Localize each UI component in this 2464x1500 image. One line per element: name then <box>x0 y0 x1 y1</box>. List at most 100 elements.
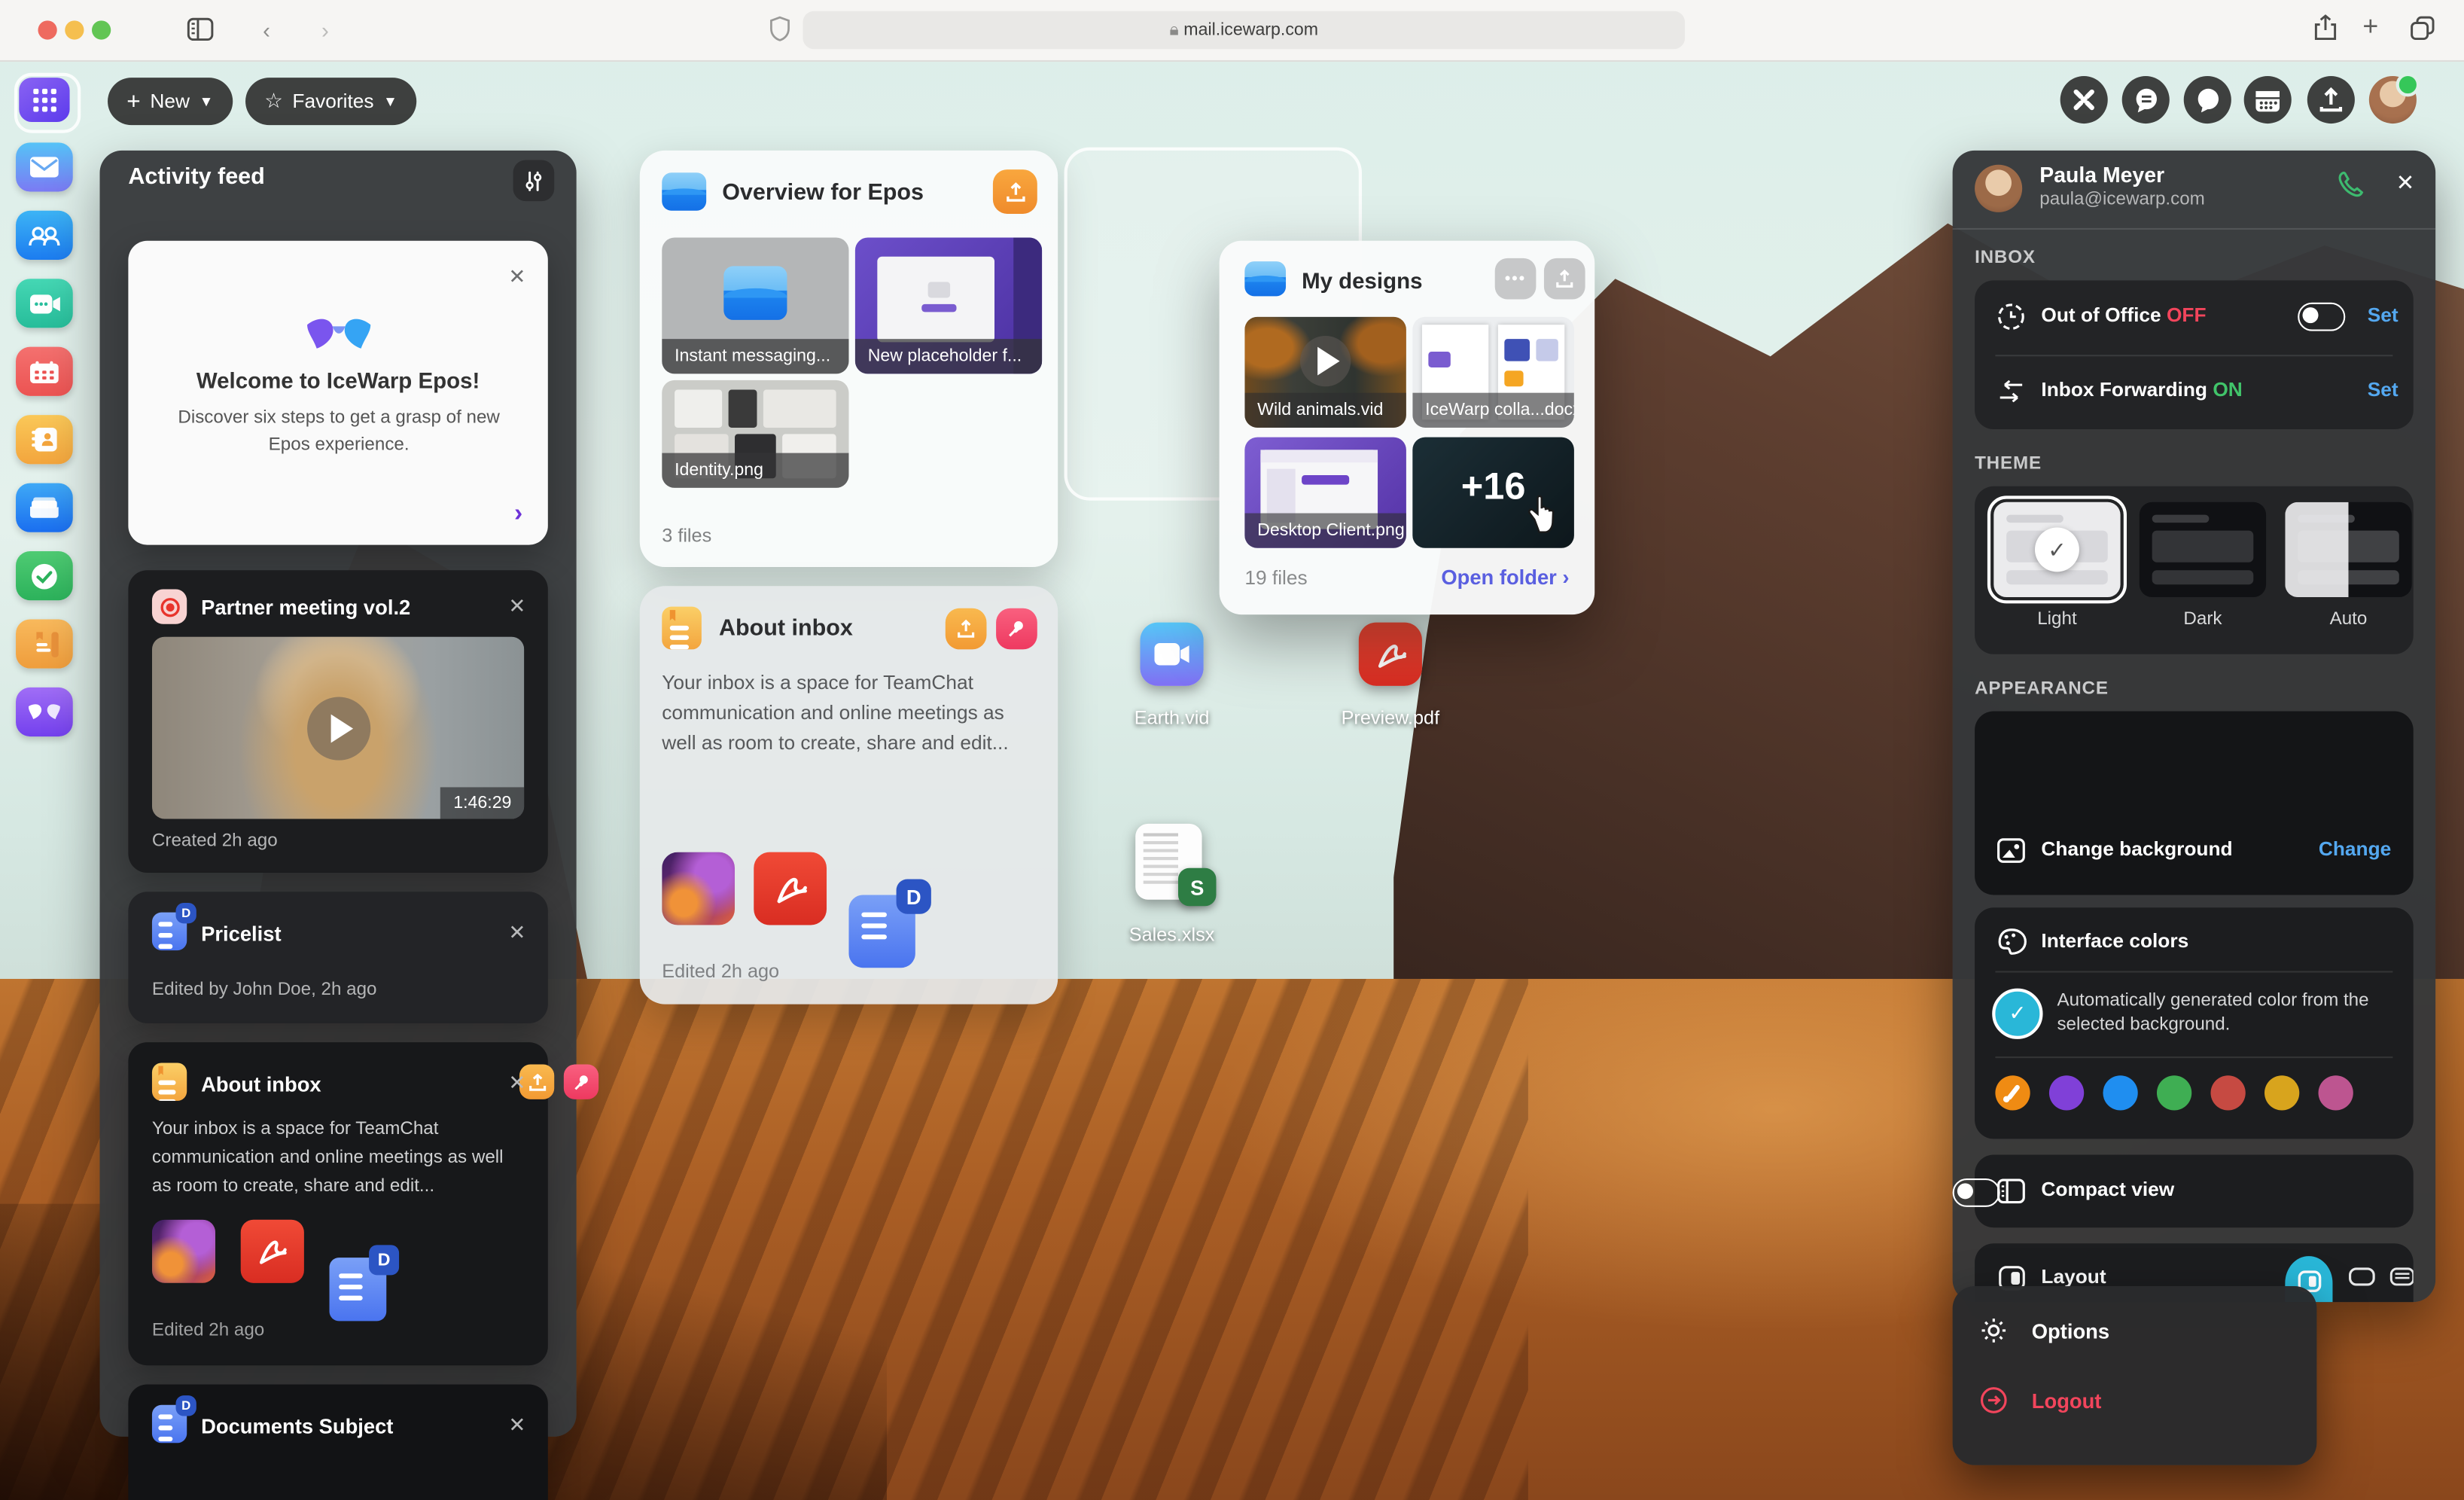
file-name: New placeholder f... <box>855 339 1042 373</box>
close-icon[interactable]: ✕ <box>508 266 525 286</box>
sidebar-item-tasks[interactable] <box>16 551 73 600</box>
share-icon[interactable] <box>2313 14 2338 41</box>
sidebar-item-icewarp[interactable] <box>16 688 73 736</box>
auto-color-selected[interactable]: ✓ <box>1992 989 2042 1039</box>
color-swatch-gold[interactable] <box>2265 1075 2299 1110</box>
file-name: Wild animals.vid <box>1244 393 1406 428</box>
feed-filter-button[interactable] <box>513 160 555 201</box>
design-file-tile[interactable]: Desktop Client.png <box>1244 438 1406 548</box>
forward-icon[interactable]: › <box>321 14 329 46</box>
desktop-file-earth-vid[interactable] <box>1141 623 1204 686</box>
image-attachment[interactable] <box>152 1220 215 1283</box>
compact-view-card: Compact view <box>1975 1154 2414 1227</box>
pin-badge[interactable] <box>996 608 1037 650</box>
play-icon[interactable] <box>307 697 370 761</box>
new-button[interactable]: + New ▼ <box>108 78 233 125</box>
desktop-file-label[interactable]: Earth.vid <box>1092 706 1250 728</box>
desktop-file-preview-pdf[interactable] <box>1359 623 1422 686</box>
inbox-forwarding-row[interactable]: Inbox Forwarding ON <box>2041 379 2242 401</box>
color-swatch-eyedropper[interactable] <box>1995 1075 2030 1110</box>
theme-option-light[interactable]: ✓ <box>1993 502 2120 597</box>
share-button[interactable] <box>1544 258 1585 300</box>
design-file-tile[interactable]: IceWarp colla...docx <box>1412 317 1574 428</box>
theme-label-dark: Dark <box>2140 610 2266 629</box>
close-icon[interactable]: ✕ <box>2396 172 2415 193</box>
design-file-tile[interactable]: Wild animals.vid <box>1244 317 1406 428</box>
tab-overview-icon[interactable] <box>2411 16 2436 41</box>
doc-attachment[interactable]: D <box>848 895 915 968</box>
file-tile[interactable]: New placeholder f... <box>855 238 1042 374</box>
sidebar-item-calendar[interactable] <box>16 347 73 396</box>
chat-button[interactable] <box>2184 76 2231 123</box>
documents-subject-card: D Documents Subject ✕ <box>128 1384 547 1500</box>
compact-view-toggle[interactable] <box>1953 1178 2000 1207</box>
calendar-button[interactable] <box>2244 76 2292 123</box>
layout-label: Layout <box>2041 1266 2106 1288</box>
icewarp-wings-icon <box>29 703 60 721</box>
doc-attachment[interactable]: D <box>330 1258 387 1321</box>
file-tile[interactable]: Instant messaging... <box>662 238 848 374</box>
change-background-button[interactable]: Change <box>2319 838 2391 860</box>
share-badge[interactable] <box>946 608 987 650</box>
window-zoom-button[interactable] <box>92 20 111 39</box>
theme-option-dark[interactable] <box>2140 502 2266 597</box>
close-icon[interactable]: ✕ <box>508 1072 525 1093</box>
close-icon[interactable]: ✕ <box>508 596 525 616</box>
window-minimize-button[interactable] <box>65 20 84 39</box>
file-name: Desktop Client.png <box>1244 514 1406 548</box>
layout-option-list[interactable] <box>2389 1267 2414 1286</box>
color-swatch-purple[interactable] <box>2049 1075 2084 1110</box>
sidebar-item-notes[interactable] <box>16 619 73 668</box>
layout-option-rows[interactable] <box>2348 1267 2375 1286</box>
out-of-office-row[interactable]: Out of Office OFF <box>2041 304 2206 326</box>
theme-option-auto[interactable] <box>2285 502 2411 597</box>
interface-colors-title: Interface colors <box>2041 930 2188 952</box>
address-bar[interactable]: 🔒︎ mail.icewarp.com <box>803 11 1685 49</box>
forwarding-set-button[interactable]: Set <box>2368 379 2399 401</box>
welcome-title: Welcome to IceWarp Epos! <box>128 367 547 393</box>
call-icon[interactable] <box>2338 171 2365 198</box>
image-attachment[interactable] <box>662 852 735 925</box>
file-tile[interactable]: Identity.png <box>662 380 848 488</box>
color-swatch-green[interactable] <box>2157 1075 2191 1110</box>
next-chevron-icon[interactable]: › <box>514 501 522 529</box>
more-options-button[interactable]: ••• <box>1495 258 1537 300</box>
favorites-button[interactable]: ☆ Favorites ▼ <box>245 78 416 125</box>
menu-item-options[interactable]: Options <box>1953 1296 2317 1366</box>
icewarp-apps-button[interactable] <box>2060 76 2108 123</box>
sidebar-item-mail[interactable] <box>16 142 73 191</box>
out-of-office-set-button[interactable]: Set <box>2368 304 2399 326</box>
window-close-button[interactable] <box>38 20 56 39</box>
pdf-attachment[interactable] <box>241 1220 304 1283</box>
url-text: mail.icewarp.com <box>1183 20 1318 39</box>
sidebar-item-contacts[interactable] <box>16 211 73 260</box>
app-launcher-button[interactable] <box>19 78 69 122</box>
color-swatch-blue[interactable] <box>2103 1075 2137 1110</box>
sidebar-item-addressbook[interactable] <box>16 415 73 464</box>
close-icon[interactable]: ✕ <box>508 1414 525 1434</box>
pin-badge[interactable] <box>564 1065 598 1099</box>
pdf-attachment[interactable] <box>754 852 827 925</box>
desktop-file-label[interactable]: Sales.xlsx <box>1092 923 1250 945</box>
teamchat-button[interactable] <box>2122 76 2170 123</box>
privacy-shield-icon[interactable] <box>769 16 790 41</box>
open-folder-link[interactable]: Open folder › <box>1441 566 1569 590</box>
sidebar-toggle-icon[interactable] <box>187 17 214 41</box>
pricelist-title: Pricelist <box>201 922 281 946</box>
upload-button[interactable] <box>2307 76 2355 123</box>
color-swatch-magenta[interactable] <box>2319 1075 2353 1110</box>
menu-item-logout[interactable]: Logout <box>1953 1365 2317 1435</box>
sidebar-item-meetings[interactable] <box>16 279 73 328</box>
sidebar-item-files[interactable] <box>16 483 73 532</box>
out-of-office-toggle[interactable] <box>2298 303 2345 331</box>
desktop-file-label[interactable]: Preview.pdf <box>1311 706 1470 728</box>
video-thumbnail[interactable]: 1:46:29 <box>152 637 524 819</box>
new-tab-icon[interactable]: + <box>2362 11 2378 43</box>
share-button[interactable] <box>993 169 1037 214</box>
color-swatch-red[interactable] <box>2210 1075 2245 1110</box>
back-icon[interactable]: ‹ <box>263 14 270 46</box>
out-of-office-state: OFF <box>2167 304 2207 326</box>
user-avatar[interactable] <box>2369 76 2417 123</box>
close-icon[interactable]: ✕ <box>508 922 525 942</box>
chevron-down-icon: ▼ <box>199 93 214 109</box>
